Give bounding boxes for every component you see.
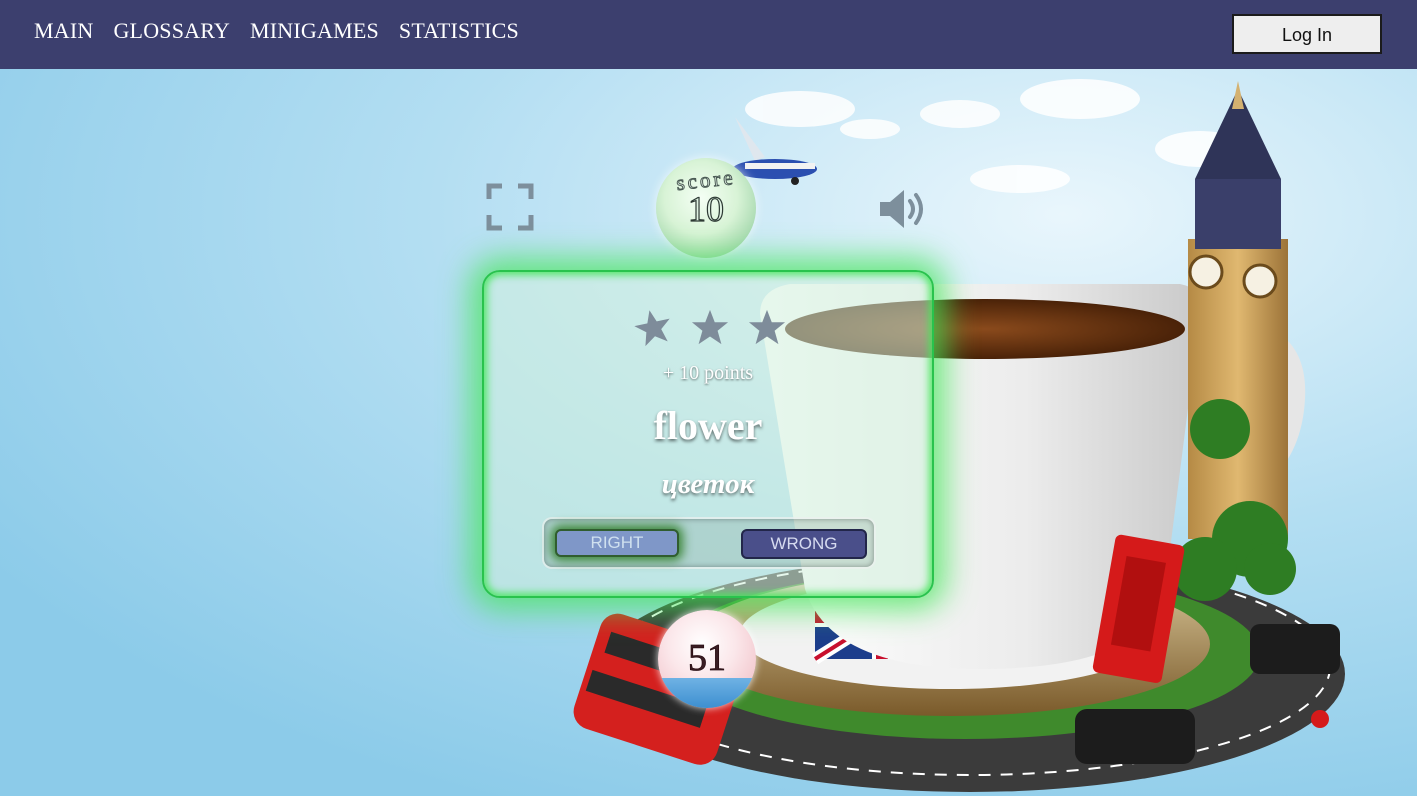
star-icon bbox=[748, 309, 786, 345]
star-icon bbox=[691, 309, 729, 345]
timer-fill bbox=[658, 678, 756, 708]
star-rating bbox=[634, 308, 786, 347]
nav-link-statistics[interactable]: STATISTICS bbox=[399, 17, 519, 45]
nav-link-minigames[interactable]: MINIGAMES bbox=[250, 17, 379, 45]
score-badge: score 10 bbox=[656, 158, 756, 258]
timer-value: 51 bbox=[688, 637, 727, 680]
main-nav: MAIN GLOSSARY MINIGAMES STATISTICS bbox=[34, 17, 519, 45]
score-value: 10 bbox=[687, 188, 724, 229]
word-card: + 10 points flower цветок RIGHT WRONG bbox=[482, 270, 934, 598]
nav-link-main[interactable]: MAIN bbox=[34, 17, 93, 45]
points-earned: + 10 points bbox=[662, 362, 754, 384]
timer-badge: 51 bbox=[658, 610, 756, 708]
answer-buttons: RIGHT WRONG bbox=[542, 517, 876, 569]
nav-link-glossary[interactable]: GLOSSARY bbox=[113, 17, 230, 45]
top-navbar: MAIN GLOSSARY MINIGAMES STATISTICS Log I… bbox=[0, 0, 1417, 69]
login-button[interactable]: Log In bbox=[1232, 14, 1382, 54]
fullscreen-icon[interactable] bbox=[486, 183, 534, 231]
speaker-icon[interactable] bbox=[878, 188, 928, 230]
translation-word: цветок bbox=[661, 468, 755, 500]
english-word: flower bbox=[653, 403, 763, 448]
wrong-button[interactable]: WRONG bbox=[741, 529, 867, 559]
right-button[interactable]: RIGHT bbox=[555, 529, 679, 557]
star-icon bbox=[634, 310, 670, 347]
